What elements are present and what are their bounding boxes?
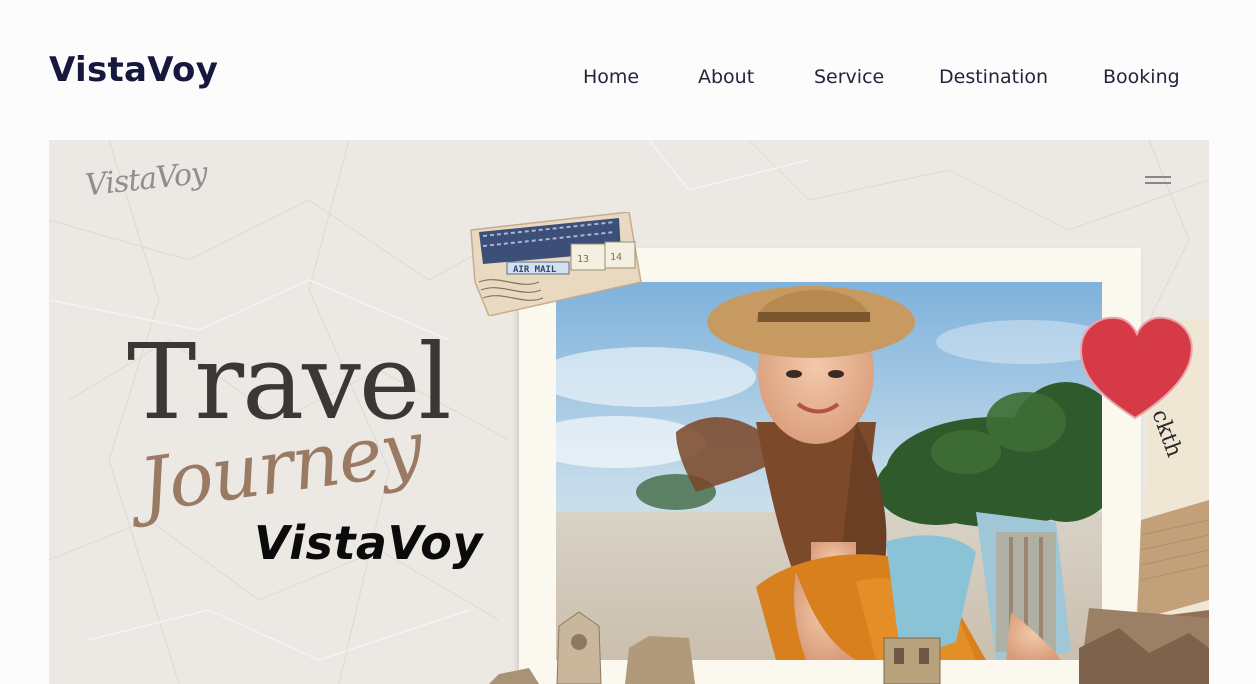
site-header: VistaVoy Home About Service Destination … — [0, 0, 1256, 140]
main-nav: Home About Service Destination Booking — [0, 66, 1256, 90]
hero-banner: VistaVoy Travel Journey VistaVoy 13 14 A… — [49, 140, 1209, 684]
nav-destination[interactable]: Destination — [939, 66, 1048, 88]
traveler-photo — [556, 282, 1102, 660]
air-mail-stamp: 13 14 AIR MAIL — [470, 212, 642, 316]
heart-icon — [1079, 316, 1193, 420]
nav-home[interactable]: Home — [583, 66, 639, 88]
landmark-collage — [489, 608, 1209, 684]
stamp-number-13: 13 — [577, 254, 589, 265]
hero-brand: VistaVoy — [254, 516, 483, 570]
nav-service[interactable]: Service — [814, 66, 884, 88]
nav-booking[interactable]: Booking — [1103, 66, 1180, 88]
stamp-label: AIR MAIL — [513, 265, 557, 275]
stamp-number-14: 14 — [610, 252, 622, 263]
hamburger-icon[interactable] — [1145, 174, 1171, 186]
nav-about[interactable]: About — [698, 66, 754, 88]
